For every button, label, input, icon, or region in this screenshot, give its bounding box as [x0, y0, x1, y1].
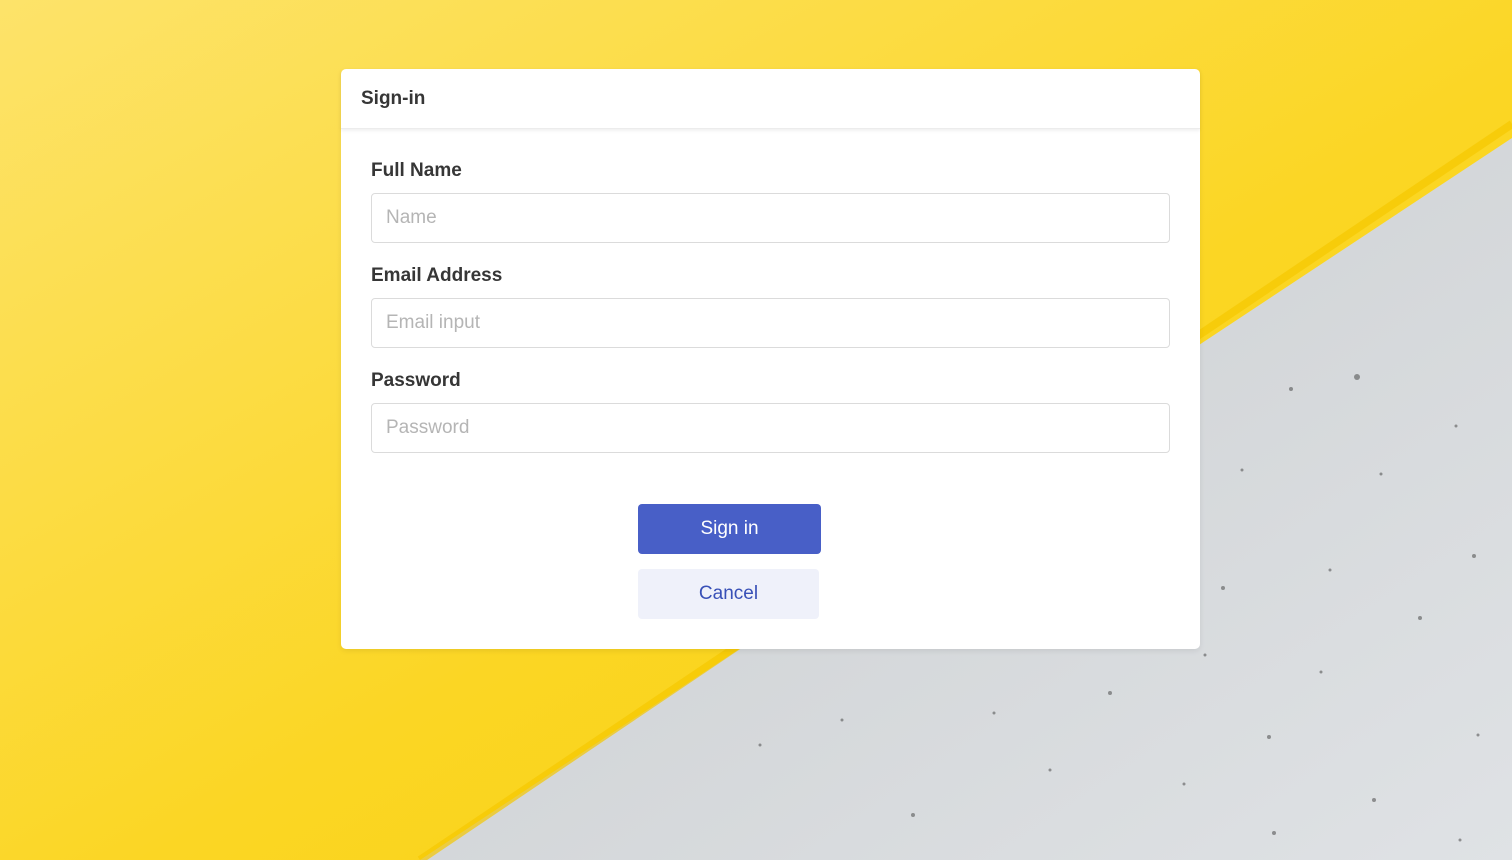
email-label: Email Address	[371, 265, 503, 286]
email-input[interactable]	[371, 298, 1170, 348]
sign-in-modal: Sign-in Full Name Email Address Password…	[341, 69, 1200, 649]
sign-in-button[interactable]: Sign in	[638, 504, 821, 554]
full-name-input[interactable]	[371, 193, 1170, 243]
password-label: Password	[371, 370, 461, 391]
password-field: Password	[371, 369, 1170, 453]
password-input[interactable]	[371, 403, 1170, 453]
email-field: Email Address	[371, 264, 1170, 348]
modal-title: Sign-in	[361, 87, 426, 109]
cancel-button[interactable]: Cancel	[638, 569, 819, 619]
full-name-field: Full Name	[371, 159, 1170, 243]
modal-header: Sign-in	[341, 69, 1200, 129]
full-name-label: Full Name	[371, 160, 462, 181]
modal-body: Full Name Email Address Password	[341, 129, 1200, 453]
modal-actions: Sign in Cancel	[638, 504, 823, 619]
